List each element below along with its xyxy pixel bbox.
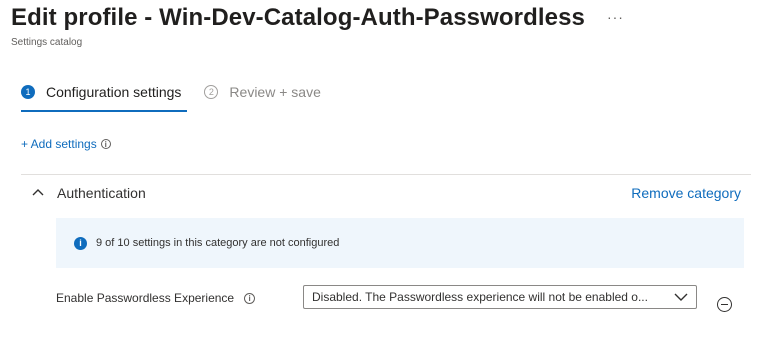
setting-value-dropdown[interactable]: Disabled. The Passwordless experience wi… [303,285,697,309]
dropdown-selected-value: Disabled. The Passwordless experience wi… [312,290,648,304]
wizard-steps: 1 Configuration settings 2 Review + save [21,84,321,100]
step-number-badge: 1 [21,85,35,99]
page-title: Edit profile - Win-Dev-Catalog-Auth-Pass… [11,4,585,31]
info-filled-icon: i [74,236,87,250]
step-number-badge: 2 [204,85,219,99]
more-options-button[interactable]: ··· [607,9,624,25]
category-title: Authentication [57,185,146,201]
add-settings-link[interactable]: + Add settings i [21,137,111,151]
step-label: Configuration settings [46,84,182,100]
page-subtitle: Settings catalog [11,37,83,48]
step-review-save[interactable]: 2 Review + save [204,84,321,100]
chevron-down-icon [674,293,688,301]
info-icon[interactable]: i [244,292,256,304]
info-icon[interactable]: i [100,139,111,149]
setting-label: Enable Passwordless Experience i [56,291,256,305]
remove-setting-icon[interactable] [717,297,732,312]
remove-category-link[interactable]: Remove category [631,185,741,201]
setting-label-text: Enable Passwordless Experience [56,291,235,305]
category-header: Authentication Remove category [21,183,751,203]
chevron-up-icon[interactable] [31,185,45,199]
step-label: Review + save [229,84,321,100]
step-configuration-settings[interactable]: 1 Configuration settings [21,84,181,100]
info-banner-text: 9 of 10 settings in this category are no… [96,237,340,249]
active-step-underline [21,110,187,112]
section-divider [21,174,751,175]
title-row: Edit profile - Win-Dev-Catalog-Auth-Pass… [11,4,624,32]
add-settings-label: + Add settings [21,137,97,151]
info-banner: i 9 of 10 settings in this category are … [56,218,744,268]
